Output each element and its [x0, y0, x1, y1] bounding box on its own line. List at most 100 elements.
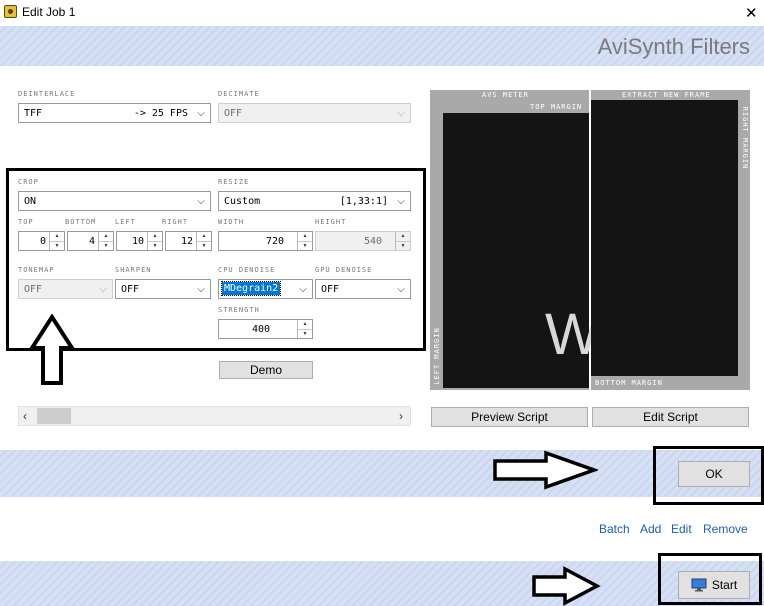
- spin-up-icon[interactable]: ▲: [298, 232, 312, 242]
- start-band: [0, 561, 764, 606]
- right-stepper[interactable]: 12 ▲ ▼: [165, 231, 212, 251]
- spin-down-icon[interactable]: ▼: [99, 242, 113, 251]
- height-label: HEIGHT: [315, 218, 347, 226]
- preview-script-button[interactable]: Preview Script: [431, 407, 588, 427]
- title-bar: Edit Job 1 ✕: [0, 0, 764, 26]
- top-margin-label: TOP MARGIN: [530, 103, 583, 111]
- remove-link[interactable]: Remove: [703, 522, 748, 536]
- top-stepper[interactable]: 0 ▲ ▼: [18, 231, 65, 251]
- left-value: 10: [131, 236, 144, 247]
- left-label: LEFT: [115, 218, 136, 226]
- resize-select[interactable]: Custom [1,33:1] ⌵: [218, 191, 411, 211]
- left-stepper[interactable]: 10 ▲ ▼: [116, 231, 163, 251]
- chevron-down-icon: ⌵: [397, 195, 405, 207]
- cpu-denoise-label: CPU DENOISE: [218, 266, 276, 274]
- demo-button[interactable]: Demo: [219, 361, 313, 379]
- bottom-value: 4: [88, 236, 95, 247]
- sharpen-value: OFF: [121, 284, 140, 295]
- decimate-select[interactable]: OFF ⌵: [218, 103, 411, 123]
- chevron-down-icon: ⌵: [299, 283, 307, 295]
- cpu-denoise-value: MDegrain2: [220, 281, 282, 296]
- scroll-thumb[interactable]: [37, 408, 71, 424]
- extract-new-frame-label: EXTRACT NEW FRAME: [622, 91, 711, 99]
- sharpen-label: SHARPEN: [115, 266, 152, 274]
- start-button-label: Start: [711, 578, 738, 592]
- spin-down-icon[interactable]: ▼: [148, 242, 162, 251]
- chevron-down-icon: ⌵: [197, 195, 205, 207]
- start-button[interactable]: Start: [678, 571, 750, 599]
- up-arrow-annotation: [28, 314, 76, 385]
- chevron-down-icon: ⌵: [99, 283, 107, 295]
- decimate-value: OFF: [224, 108, 243, 119]
- page-header: AviSynth Filters: [597, 34, 750, 59]
- crop-value: ON: [24, 196, 37, 207]
- scroll-left-icon[interactable]: ‹: [23, 409, 27, 423]
- strength-value: 400: [251, 324, 270, 335]
- chevron-down-icon: ⌵: [197, 107, 205, 119]
- monitor-icon: [691, 578, 707, 592]
- sharpen-select[interactable]: OFF ⌵: [115, 279, 211, 299]
- ok-button[interactable]: OK: [678, 461, 750, 487]
- add-link[interactable]: Add: [640, 522, 661, 536]
- top-value: 0: [39, 236, 46, 247]
- right-preview-frame: [591, 100, 738, 376]
- spin-down-icon[interactable]: ▼: [298, 330, 312, 339]
- width-label: WIDTH: [218, 218, 245, 226]
- batch-link[interactable]: Batch: [599, 522, 630, 536]
- chevron-down-icon: ⌵: [197, 283, 205, 295]
- bottom-stepper[interactable]: 4 ▲ ▼: [67, 231, 114, 251]
- height-value: 540: [363, 236, 382, 247]
- spin-up-icon[interactable]: ▲: [148, 232, 162, 242]
- strength-label: STRENGTH: [218, 306, 260, 314]
- spin-up-icon[interactable]: ▲: [298, 320, 312, 330]
- deinterlace-extra: -> 25 FPS: [133, 108, 188, 119]
- edit-script-button[interactable]: Edit Script: [592, 407, 749, 427]
- close-icon[interactable]: ✕: [745, 4, 758, 22]
- crop-label: CROP: [18, 178, 39, 186]
- resize-label: RESIZE: [218, 178, 250, 186]
- spin-up-icon[interactable]: ▲: [197, 232, 211, 242]
- right-value: 12: [180, 236, 193, 247]
- tonemap-value: OFF: [24, 284, 43, 295]
- deinterlace-label: DEINTERLACE: [18, 90, 76, 98]
- left-margin-label: LEFT MARGIN: [433, 327, 441, 385]
- tonemap-label: TONEMAP: [18, 266, 55, 274]
- width-value: 720: [265, 236, 284, 247]
- deinterlace-select[interactable]: TFF -> 25 FPS ⌵: [18, 103, 211, 123]
- right-arrow-annotation: [532, 566, 601, 606]
- scroll-right-icon[interactable]: ›: [399, 409, 403, 423]
- spin-down-icon[interactable]: ▼: [298, 242, 312, 251]
- chevron-down-icon: ⌵: [397, 107, 405, 119]
- spin-down-icon[interactable]: ▼: [396, 242, 410, 251]
- left-preview-frame: W: [443, 113, 600, 388]
- decimate-label: DECIMATE: [218, 90, 260, 98]
- gpu-denoise-label: GPU DENOISE: [315, 266, 373, 274]
- top-label: TOP: [18, 218, 34, 226]
- spin-down-icon[interactable]: ▼: [50, 242, 64, 251]
- spin-up-icon[interactable]: ▲: [99, 232, 113, 242]
- chevron-down-icon: ⌵: [397, 283, 405, 295]
- edit-link[interactable]: Edit: [671, 522, 692, 536]
- spin-down-icon[interactable]: ▼: [197, 242, 211, 251]
- right-arrow-annotation: [493, 450, 598, 490]
- crop-select[interactable]: ON ⌵: [18, 191, 211, 211]
- strength-stepper[interactable]: 400 ▲ ▼: [218, 319, 313, 339]
- deinterlace-value: TFF: [24, 108, 43, 119]
- gpu-denoise-value: OFF: [321, 284, 340, 295]
- ok-band: [0, 450, 764, 497]
- resize-value: Custom: [224, 196, 261, 207]
- bottom-margin-label: BOTTOM MARGIN: [595, 379, 663, 387]
- right-label: RIGHT: [162, 218, 189, 226]
- bottom-label: BOTTOM: [65, 218, 97, 226]
- resize-extra: [1,33:1]: [339, 196, 388, 207]
- app-icon: [4, 5, 17, 18]
- tonemap-select[interactable]: OFF ⌵: [18, 279, 113, 299]
- avs-meter-label: AVS METER: [482, 91, 529, 99]
- width-stepper[interactable]: 720 ▲ ▼: [218, 231, 313, 251]
- spin-up-icon[interactable]: ▲: [396, 232, 410, 242]
- spin-up-icon[interactable]: ▲: [50, 232, 64, 242]
- height-stepper[interactable]: 540 ▲ ▼: [315, 231, 411, 251]
- horizontal-scrollbar[interactable]: ‹ ›: [18, 406, 411, 426]
- gpu-denoise-select[interactable]: OFF ⌵: [315, 279, 411, 299]
- cpu-denoise-select[interactable]: MDegrain2 ⌵: [218, 279, 313, 299]
